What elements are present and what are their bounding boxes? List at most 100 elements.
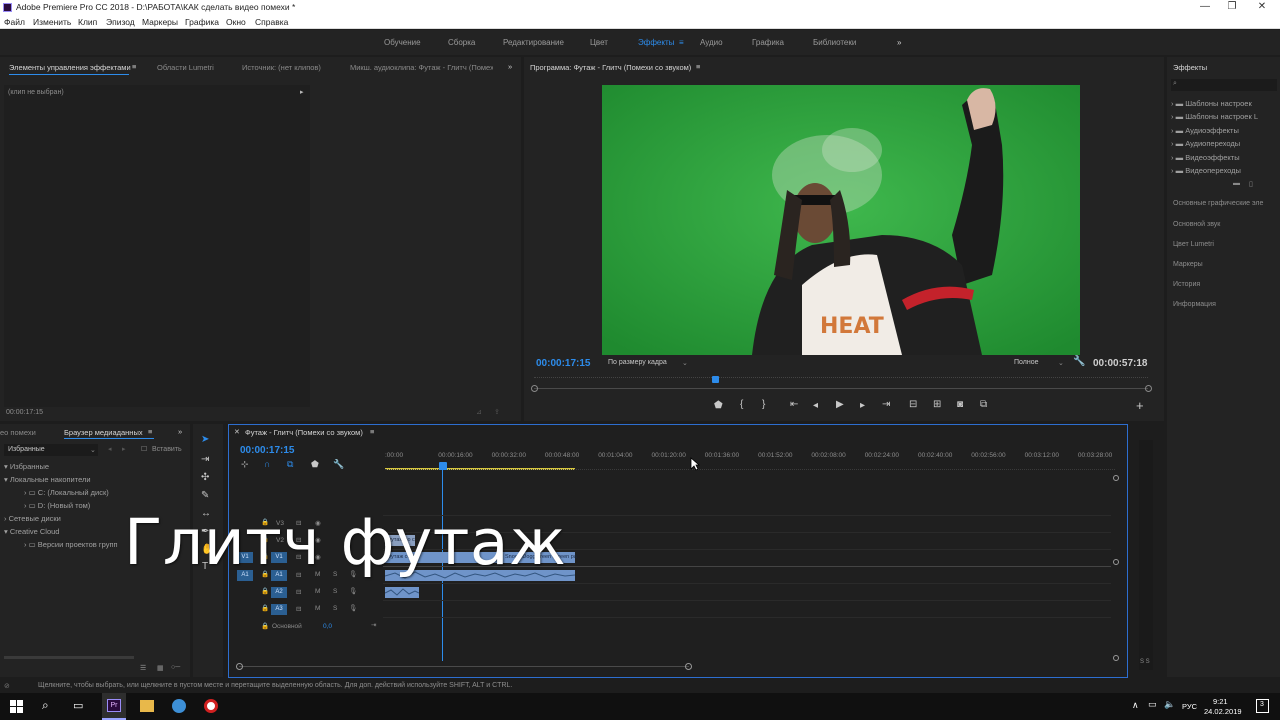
- selection-tool-icon[interactable]: ➤: [201, 434, 209, 445]
- scroll-end-handle[interactable]: [685, 663, 692, 670]
- mark-out-icon[interactable]: }: [762, 399, 765, 410]
- microphone-icon[interactable]: 🎙: [349, 604, 357, 612]
- filter-icon[interactable]: ⊿: [476, 408, 482, 416]
- workspace-assembly[interactable]: Сборка: [448, 38, 475, 47]
- program-scrub-bar[interactable]: [531, 372, 1152, 392]
- menu-edit[interactable]: Изменить: [33, 17, 71, 27]
- meter-solo-labels[interactable]: S S: [1140, 659, 1150, 665]
- scrub-end-handle[interactable]: [1145, 385, 1152, 392]
- effects-tree-item[interactable]: › ▬ Видеопереходы: [1171, 166, 1241, 175]
- effect-controls-area[interactable]: (клип не выбран) ▸: [4, 85, 310, 407]
- track-select-tool-icon[interactable]: ⇥: [201, 454, 209, 465]
- effects-tree-item[interactable]: › ▬ Шаблоны настроек L: [1171, 112, 1258, 121]
- tray-expand-icon[interactable]: ∧: [1132, 700, 1139, 711]
- workspace-editing[interactable]: Редактирование: [503, 38, 564, 47]
- add-marker-icon[interactable]: ⬟: [311, 459, 319, 470]
- section-info[interactable]: Информация: [1173, 301, 1216, 308]
- menu-markers[interactable]: Маркеры: [142, 17, 178, 27]
- razor-tool-icon[interactable]: ✎: [201, 490, 209, 501]
- timeline-settings-wrench-icon[interactable]: 🔧: [333, 459, 344, 470]
- tab-project[interactable]: ео помехи: [0, 428, 36, 437]
- timeline-playhead-handle[interactable]: [439, 462, 447, 470]
- menu-sequence[interactable]: Эпизод: [106, 17, 135, 27]
- zoom-slider-icon[interactable]: ○─: [171, 664, 180, 671]
- browser-icon[interactable]: [172, 699, 186, 713]
- file-explorer-icon[interactable]: [140, 700, 154, 712]
- play-icon[interactable]: ▶: [836, 399, 844, 410]
- effects-search-input[interactable]: ⌕: [1171, 79, 1277, 91]
- delete-icon[interactable]: ▯: [1249, 180, 1253, 188]
- master-volume-value[interactable]: 0,0: [323, 623, 332, 630]
- effects-tree-item[interactable]: › ▬ Шаблоны настроек: [1171, 99, 1252, 108]
- effects-tree-item[interactable]: › ▬ Аудиопереходы: [1171, 139, 1240, 148]
- menu-file[interactable]: Файл: [4, 17, 25, 27]
- filter-dropdown[interactable]: Избранные ⌄: [4, 444, 98, 456]
- browser-tree-item[interactable]: › ▭ C: (Локальный диск): [24, 488, 109, 497]
- browser-tree-item[interactable]: ▾ Локальные накопители: [4, 475, 91, 484]
- fit-dropdown[interactable]: По размеру кадра ⌄: [604, 357, 690, 369]
- settings-wrench-icon[interactable]: 🔧: [1073, 356, 1085, 367]
- task-view-icon[interactable]: ▭: [73, 699, 83, 712]
- close-tab-icon[interactable]: ✕: [234, 428, 240, 436]
- workspace-graphics[interactable]: Графика: [752, 38, 784, 47]
- step-back-icon[interactable]: ◂: [813, 400, 818, 411]
- compare-view-icon[interactable]: ⧉: [980, 399, 987, 410]
- scrub-start-handle[interactable]: [531, 385, 538, 392]
- new-bin-icon[interactable]: ▬: [1233, 180, 1240, 187]
- workspace-effects[interactable]: Эффекты: [638, 38, 674, 47]
- windows-start-icon[interactable]: [10, 700, 23, 713]
- ripple-edit-tool-icon[interactable]: ✣: [201, 472, 209, 483]
- browser-tree-item[interactable]: › Сетевые диски: [4, 514, 61, 523]
- microphone-icon[interactable]: 🎙: [349, 587, 357, 595]
- insert-checkbox[interactable]: ☐: [141, 445, 147, 453]
- extract-icon[interactable]: ⊞: [933, 399, 941, 410]
- sync-lock-icon[interactable]: ⊟: [296, 588, 301, 596]
- browser-tree-item[interactable]: › ▭ Версии проектов групп: [24, 540, 118, 549]
- button-editor-plus-icon[interactable]: +: [1136, 398, 1144, 413]
- menu-help[interactable]: Справка: [255, 17, 288, 27]
- tab-lumetri-scopes[interactable]: Области Lumetri: [157, 63, 214, 72]
- menu-window[interactable]: Окно: [226, 17, 246, 27]
- quality-dropdown[interactable]: Полное ⌄: [1010, 357, 1066, 369]
- mute-button[interactable]: M: [315, 588, 320, 595]
- nav-forward-icon[interactable]: ▸: [122, 445, 126, 453]
- lift-icon[interactable]: ⊟: [909, 399, 917, 410]
- track-label-a2[interactable]: A2: [271, 587, 287, 598]
- workspace-learning[interactable]: Обучение: [384, 38, 421, 47]
- recorder-icon[interactable]: [204, 699, 218, 713]
- menu-graphics[interactable]: Графика: [185, 17, 219, 27]
- program-menu-icon[interactable]: ≡: [696, 62, 700, 71]
- browser-tree-item[interactable]: ▾ Creative Cloud: [4, 527, 59, 536]
- mark-in-icon[interactable]: {: [740, 399, 743, 410]
- export-frame-icon[interactable]: ⇪: [494, 408, 500, 416]
- tab-audio-clip-mixer[interactable]: Микш. аудиоклипа: Футаж - Глитч (Помех: [350, 63, 493, 72]
- snap-magnet-icon[interactable]: ∩: [264, 459, 270, 469]
- tab-menu-icon[interactable]: ≡: [132, 62, 136, 71]
- tab-effect-controls[interactable]: Элементы управления эффектами: [9, 63, 131, 72]
- nest-icon[interactable]: ⊹: [241, 459, 249, 470]
- list-view-icon[interactable]: ☰: [140, 664, 146, 672]
- workspace-audio[interactable]: Аудио: [700, 38, 723, 47]
- minimize-button[interactable]: —: [1193, 1, 1217, 12]
- export-frame-camera-icon[interactable]: ◙: [957, 399, 963, 410]
- menu-clip[interactable]: Клип: [78, 17, 97, 27]
- timeline-audio-clip[interactable]: [384, 587, 420, 598]
- vertical-zoom-handle[interactable]: [1113, 475, 1119, 481]
- workspace-color[interactable]: Цвет: [590, 38, 608, 47]
- lock-icon[interactable]: 🔒: [261, 604, 269, 612]
- search-icon[interactable]: ⌕: [42, 698, 49, 713]
- vertical-zoom-handle[interactable]: [1113, 559, 1119, 565]
- add-marker-icon[interactable]: ⬟: [714, 400, 723, 411]
- solo-button[interactable]: S: [333, 588, 337, 595]
- tab-media-browser[interactable]: Браузер медиаданных: [64, 428, 143, 437]
- workspace-overflow-icon[interactable]: »: [897, 38, 901, 47]
- section-essential-sound[interactable]: Основной звук: [1173, 221, 1220, 228]
- browser-tree-item[interactable]: ▾ Избранные: [4, 462, 49, 471]
- language-indicator[interactable]: РУС: [1182, 702, 1197, 711]
- section-markers[interactable]: Маркеры: [1173, 261, 1203, 268]
- panel-overflow-icon[interactable]: »: [178, 427, 182, 436]
- timeline-horizontal-scrollbar[interactable]: [239, 666, 689, 667]
- vertical-zoom-handle[interactable]: [1113, 655, 1119, 661]
- volume-icon[interactable]: 🔈: [1164, 699, 1175, 710]
- effects-tree-item[interactable]: › ▬ Аудиоэффекты: [1171, 126, 1239, 135]
